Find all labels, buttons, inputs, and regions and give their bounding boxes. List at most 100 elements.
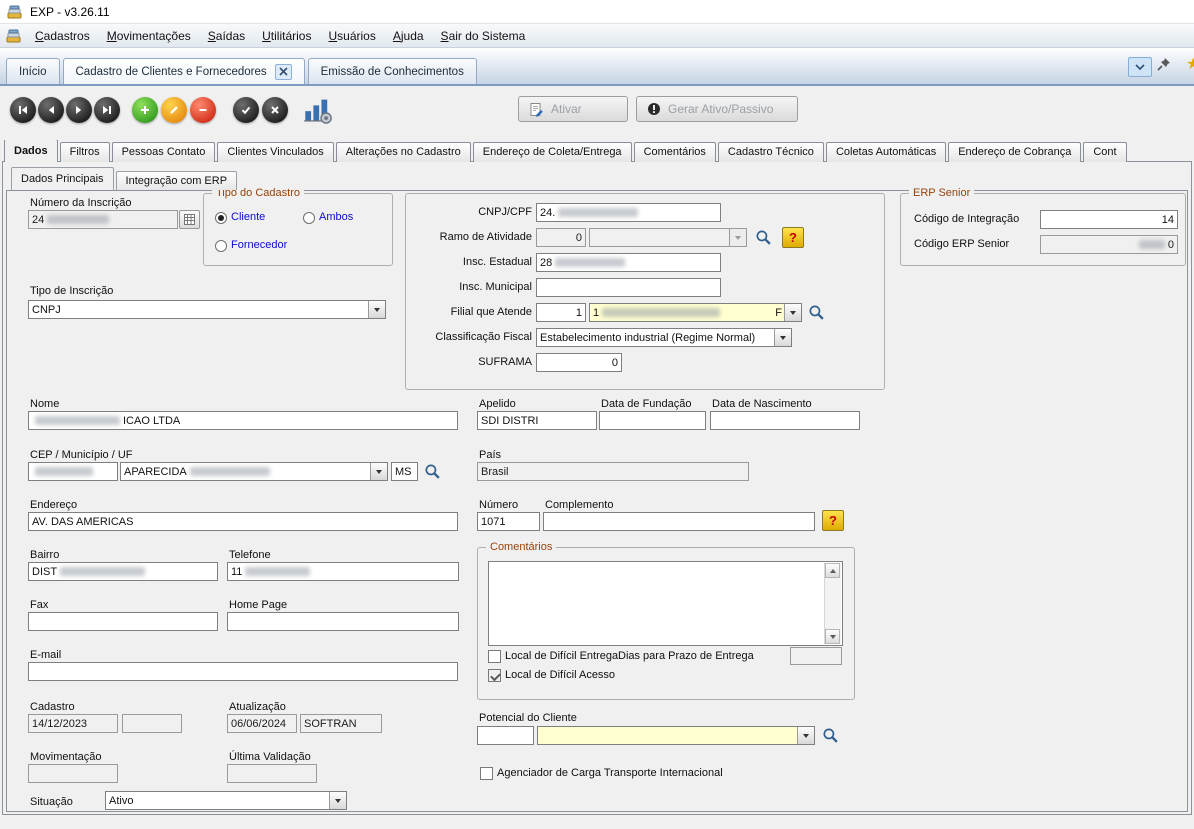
dropdown-arrow-icon[interactable] <box>784 304 801 321</box>
data-fundacao-field[interactable] <box>599 411 706 430</box>
codigo-integracao-field[interactable]: 14 <box>1040 210 1178 229</box>
tab-integracao-erp[interactable]: Integração com ERP <box>116 171 238 190</box>
municipio-combo[interactable]: APARECIDA <box>120 462 388 481</box>
complemento-help-button[interactable] <box>822 510 844 531</box>
tab-alteracoes-cadastro[interactable]: Alterações no Cadastro <box>336 142 471 162</box>
menu-utilitarios[interactable]: Utilitários <box>254 26 319 46</box>
delete-record-button[interactable] <box>190 97 216 123</box>
ativar-button[interactable]: Ativar <box>518 96 628 122</box>
radio-ambos-label: Ambos <box>319 211 353 224</box>
add-record-button[interactable] <box>132 97 158 123</box>
search-icon[interactable] <box>808 304 825 321</box>
tab-cont-clipped[interactable]: Cont <box>1083 142 1126 162</box>
potencial-cliente-label: Potencial do Cliente <box>479 712 577 725</box>
suframa-field[interactable]: 0 <box>536 353 622 372</box>
next-record-icon <box>73 104 85 116</box>
ramo-atividade-help-button[interactable] <box>782 227 804 248</box>
tab-cadastro-clientes-fornecedores[interactable]: Cadastro de Clientes e Fornecedores <box>63 58 305 84</box>
radio-fornecedor[interactable] <box>215 240 227 252</box>
endereco-value: AV. DAS AMERICAS <box>32 516 133 528</box>
tab-pessoas-contato[interactable]: Pessoas Contato <box>112 142 216 162</box>
insc-municipal-field[interactable] <box>536 278 721 297</box>
numero-inscricao-label: Número da Inscrição <box>30 197 132 210</box>
potencial-cliente-code-field[interactable] <box>477 726 534 745</box>
menu-usuarios[interactable]: Usuários <box>320 26 383 46</box>
tab-comentarios[interactable]: Comentários <box>634 142 716 162</box>
dropdown-arrow-icon[interactable] <box>797 727 814 744</box>
tab-emissao-conhecimentos[interactable]: Emissão de Conhecimentos <box>308 58 477 84</box>
confirm-button[interactable] <box>233 97 259 123</box>
menu-sair-do-sistema[interactable]: Sair do Sistema <box>433 26 534 46</box>
nav-first-button[interactable] <box>10 97 36 123</box>
tab-filtros[interactable]: Filtros <box>60 142 110 162</box>
tab-dados-principais[interactable]: Dados Principais <box>11 167 114 190</box>
nome-field[interactable]: ICAO LTDA <box>28 411 458 430</box>
uf-field[interactable]: MS <box>391 462 418 481</box>
numero-field[interactable]: 1071 <box>477 512 540 531</box>
filial-atende-code-field[interactable]: 1 <box>536 303 586 322</box>
tab-close-icon[interactable] <box>275 64 292 80</box>
insc-estadual-field[interactable]: 28 <box>536 253 721 272</box>
menu-cadastros[interactable]: Cadastros <box>27 26 98 46</box>
comentarios-textarea[interactable] <box>488 561 843 646</box>
complemento-field[interactable] <box>543 512 815 531</box>
menu-ajuda[interactable]: Ajuda <box>385 26 432 46</box>
home-page-field[interactable] <box>227 612 459 631</box>
nav-next-button[interactable] <box>66 97 92 123</box>
edit-record-button[interactable] <box>161 97 187 123</box>
nav-previous-button[interactable] <box>38 97 64 123</box>
tab-clientes-vinculados[interactable]: Clientes Vinculados <box>217 142 333 162</box>
scroll-up-icon[interactable] <box>825 563 840 578</box>
pin-icon[interactable] <box>1156 56 1172 72</box>
gerar-ativo-passivo-button[interactable]: Gerar Ativo/Passivo <box>636 96 798 122</box>
codigo-integracao-value: 14 <box>1162 214 1174 226</box>
tab-endereco-coleta-entrega[interactable]: Endereço de Coleta/Entrega <box>473 142 632 162</box>
fax-field[interactable] <box>28 612 218 631</box>
search-icon[interactable] <box>424 463 441 480</box>
dropdown-arrow-icon[interactable] <box>368 301 385 318</box>
situacao-combo[interactable]: Ativo <box>105 791 347 810</box>
numero-inscricao-lookup-button[interactable] <box>179 210 200 229</box>
telefone-field[interactable]: 11 <box>227 562 459 581</box>
tab-endereco-cobranca[interactable]: Endereço de Cobrança <box>948 142 1081 162</box>
menu-saidas[interactable]: Saídas <box>200 26 253 46</box>
search-icon[interactable] <box>755 229 772 246</box>
apelido-field[interactable]: SDI DISTRI <box>477 411 597 430</box>
radio-cliente[interactable] <box>215 212 227 224</box>
tab-inicio[interactable]: Início <box>6 58 60 84</box>
ramo-atividade-code-field: 0 <box>536 228 586 247</box>
tab-dados[interactable]: Dados <box>4 140 58 162</box>
nav-last-button[interactable] <box>94 97 120 123</box>
classificacao-fiscal-combo[interactable]: Estabelecimento industrial (Regime Norma… <box>536 328 792 347</box>
bairro-field[interactable]: DIST <box>28 562 218 581</box>
tipo-inscricao-combo[interactable]: CNPJ <box>28 300 386 319</box>
tab-coletas-automaticas[interactable]: Coletas Automáticas <box>826 142 946 162</box>
potencial-cliente-combo[interactable] <box>537 726 815 745</box>
cancel-button[interactable] <box>262 97 288 123</box>
chart-settings-icon[interactable] <box>303 95 333 125</box>
scroll-down-icon[interactable] <box>825 629 840 644</box>
tab-cadastro-tecnico[interactable]: Cadastro Técnico <box>718 142 824 162</box>
checkbox-agenciador[interactable] <box>480 767 493 780</box>
scrollbar[interactable] <box>824 563 841 644</box>
atualizacao-label: Atualização <box>229 701 286 714</box>
dropdown-arrow-icon[interactable] <box>329 792 346 809</box>
cep-field[interactable] <box>28 462 118 481</box>
bairro-label: Bairro <box>30 549 59 562</box>
search-icon[interactable] <box>822 727 839 744</box>
checkbox-dificil-entrega[interactable] <box>488 650 501 663</box>
favorites-star-icon[interactable]: ★ <box>1186 57 1194 73</box>
filial-atende-combo[interactable]: 1 F <box>589 303 802 322</box>
radio-ambos[interactable] <box>303 212 315 224</box>
email-field[interactable] <box>28 662 458 681</box>
cnpj-value: 24. <box>540 207 555 219</box>
endereco-field[interactable]: AV. DAS AMERICAS <box>28 512 458 531</box>
dropdown-arrow-icon[interactable] <box>370 463 387 480</box>
tab-list-chevron-button[interactable] <box>1128 57 1152 77</box>
cadastro-extra-field <box>122 714 182 733</box>
ultima-validacao-field <box>227 764 317 783</box>
menu-movimentacoes[interactable]: Movimentações <box>99 26 199 46</box>
cnpj-field[interactable]: 24. <box>536 203 721 222</box>
data-nascimento-field[interactable] <box>710 411 860 430</box>
dropdown-arrow-icon[interactable] <box>774 329 791 346</box>
